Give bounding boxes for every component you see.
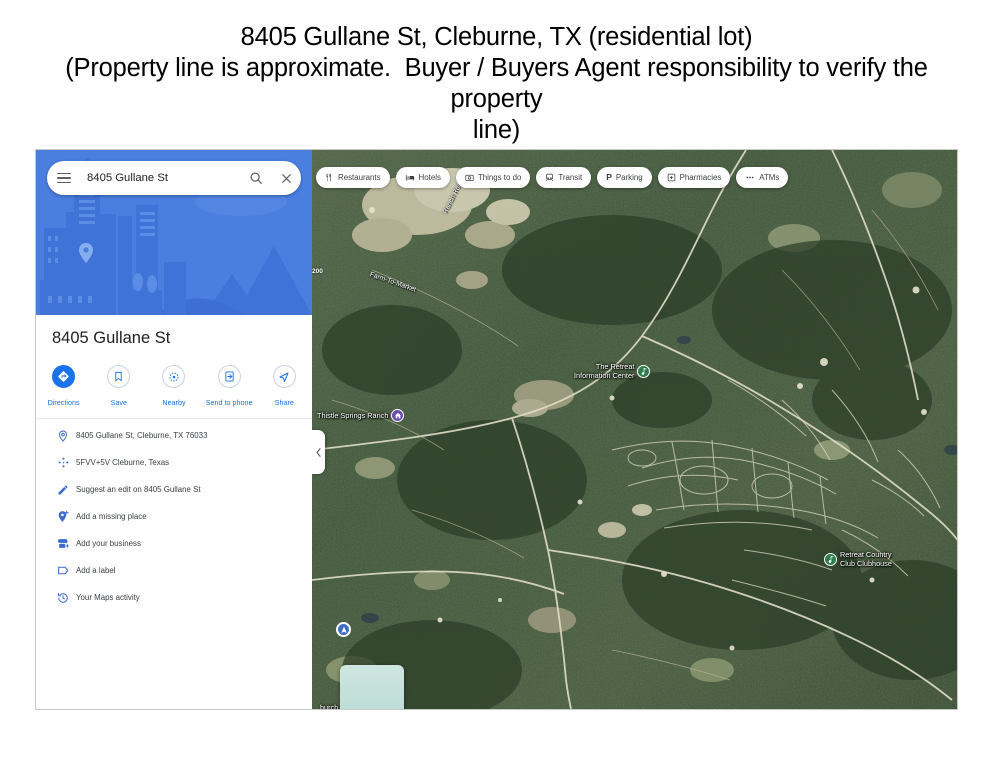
row-plus-code[interactable]: 5FVV+5V Cleburne, Texas — [36, 449, 312, 476]
chip-restaurants[interactable]: Restaurants — [316, 167, 390, 188]
pencil-icon — [50, 484, 76, 496]
row-suggest-edit[interactable]: Suggest an edit on 8405 Gullane St — [36, 476, 312, 503]
place-pin-icon — [50, 430, 76, 442]
chip-label: Things to do — [477, 173, 522, 182]
label-tag-icon — [50, 564, 76, 577]
golf-marker-icon — [824, 552, 837, 566]
add-business-icon — [50, 537, 76, 550]
hotel-icon — [405, 174, 414, 181]
directions-button[interactable]: Directions — [39, 365, 89, 410]
chevron-left-icon — [316, 447, 321, 457]
add-place-icon — [50, 510, 76, 523]
send-to-phone-icon — [217, 365, 241, 388]
chip-label: Restaurants — [338, 173, 381, 182]
share-icon — [272, 365, 296, 388]
category-chip-bar[interactable]: Restaurants Hotels Things to do Transit … — [316, 167, 789, 188]
search-bar[interactable]: 8405 Gullane St — [47, 161, 301, 195]
nearby-button[interactable]: Nearby — [149, 365, 199, 410]
row-add-label[interactable]: Add a label — [36, 557, 312, 584]
poi-retreat-country-club-clubhouse[interactable]: Retreat Country Club Clubhouse — [824, 550, 892, 568]
row-text: 5FVV+5V Cleburne, Texas — [76, 458, 170, 467]
row-add-business[interactable]: Add your business — [36, 530, 312, 557]
close-icon — [281, 173, 291, 183]
chip-atms[interactable]: ATMs — [736, 167, 789, 188]
poi-label: The Retreat Information Center — [574, 362, 635, 381]
chip-parking[interactable]: P Parking — [597, 167, 652, 188]
hamburger-menu-icon[interactable] — [47, 172, 81, 184]
chip-label: Hotels — [418, 173, 441, 182]
satellite-imagery — [312, 150, 957, 709]
action-label: Save — [110, 398, 127, 407]
action-label: Nearby — [162, 398, 186, 407]
row-text: Add your business — [76, 539, 141, 548]
place-details-panel: 8405 Gullane St 8405 Gullane St Directio… — [36, 150, 312, 709]
chip-pharmacies[interactable]: Pharmacies — [657, 167, 731, 188]
action-label: Send to phone — [205, 398, 253, 407]
google-maps-screenshot: Restaurants Hotels Things to do Transit … — [35, 149, 958, 710]
row-maps-activity[interactable]: Your Maps activity — [36, 584, 312, 611]
property-lot-overlay-card[interactable] — [340, 665, 404, 709]
chip-label: Parking — [615, 173, 643, 182]
place-action-bar[interactable]: Directions Save Nearby Send to phone Sha… — [36, 357, 312, 419]
chip-label: Pharmacies — [679, 173, 722, 182]
history-clock-icon — [50, 592, 76, 604]
plus-code-icon — [50, 456, 76, 469]
poi-label: Retreat Country Club Clubhouse — [840, 550, 892, 569]
row-add-missing-place[interactable]: Add a missing place — [36, 503, 312, 530]
action-label: Directions — [47, 398, 80, 407]
parking-icon: P — [606, 172, 612, 183]
poi-label: hurch — [320, 702, 339, 709]
row-text: Add a missing place — [76, 512, 147, 521]
pharmacy-icon — [667, 173, 675, 182]
chip-transit[interactable]: Transit — [536, 167, 592, 188]
row-address[interactable]: 8405 Gullane St, Cleburne, TX 76033 — [36, 422, 312, 449]
map-canvas[interactable]: Restaurants Hotels Things to do Transit … — [312, 150, 957, 709]
row-text: Add a label — [76, 566, 116, 575]
page-title: 8405 Gullane St — [36, 315, 312, 359]
nearby-icon — [162, 365, 186, 388]
caption-line-3: line) — [472, 116, 521, 144]
chip-things-to-do[interactable]: Things to do — [455, 167, 531, 188]
poi-thistle-springs-ranch[interactable]: Thistle Springs Ranch — [317, 409, 405, 422]
directions-icon — [52, 365, 76, 388]
bookmark-icon — [107, 365, 131, 388]
golf-marker-icon — [637, 364, 651, 378]
chip-label: ATMs — [759, 173, 780, 182]
collapse-side-panel-button[interactable] — [312, 430, 325, 474]
road-shield-200: 200 — [312, 268, 323, 275]
map-blue-marker[interactable] — [336, 622, 351, 637]
atm-icon — [746, 176, 754, 179]
chip-hotels[interactable]: Hotels — [395, 167, 450, 188]
share-button[interactable]: Share — [259, 365, 309, 410]
listing-caption: 8405 Gullane St, Cleburne, TX (residenti… — [0, 0, 993, 156]
search-input[interactable]: 8405 Gullane St — [81, 172, 241, 184]
search-button[interactable] — [241, 163, 271, 193]
poi-label: Thistle Springs Ranch — [317, 410, 389, 420]
row-text: Suggest an edit on 8405 Gullane St — [76, 485, 201, 494]
search-icon — [250, 172, 262, 184]
ranch-marker-icon — [391, 409, 405, 422]
clear-search-button[interactable] — [271, 163, 301, 193]
chip-label: Transit — [558, 173, 583, 182]
action-label: Share — [274, 398, 294, 407]
row-text: 8405 Gullane St, Cleburne, TX 76033 — [76, 431, 208, 440]
camera-icon — [465, 174, 474, 181]
caption-line-2: (Property line is approximate. Buyer / B… — [65, 54, 935, 113]
caption-line-1: 8405 Gullane St, Cleburne, TX (residenti… — [240, 23, 753, 51]
save-button[interactable]: Save — [94, 365, 144, 410]
row-text: Your Maps activity — [76, 593, 140, 602]
poi-retreat-information-center[interactable]: The Retreat Information Center — [574, 362, 651, 381]
place-info-list: 8405 Gullane St, Cleburne, TX 76033 5FVV… — [36, 422, 312, 611]
transit-icon — [546, 173, 554, 182]
restaurant-icon — [326, 173, 331, 182]
send-to-phone-button[interactable]: Send to phone — [204, 365, 254, 410]
